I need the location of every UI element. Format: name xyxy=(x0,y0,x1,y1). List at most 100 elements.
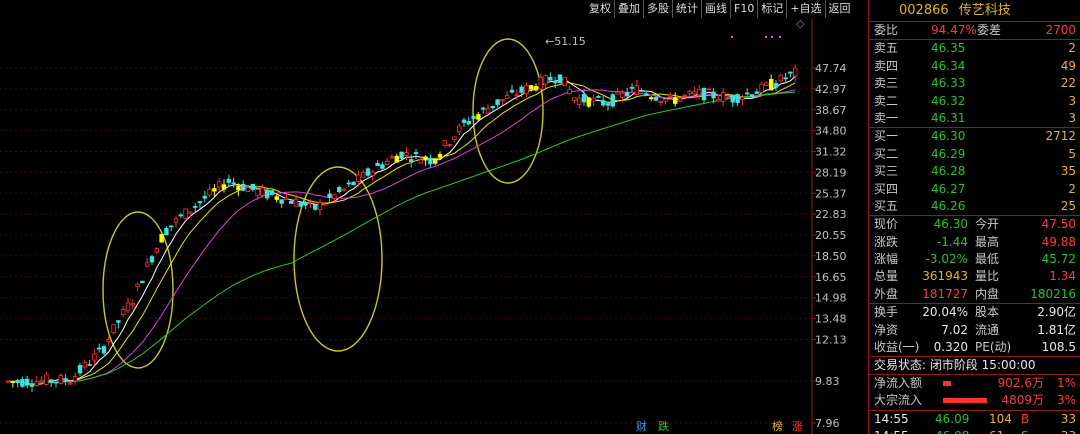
quote-value-2: 45.72 xyxy=(1041,252,1076,267)
toolbar-button-5[interactable]: F10 xyxy=(731,0,759,18)
candle-body xyxy=(207,188,212,196)
candle-body xyxy=(87,364,92,366)
candle-body xyxy=(197,201,203,204)
candle-body xyxy=(260,187,265,196)
candle-body xyxy=(312,204,318,210)
toolbar-button-2[interactable]: 多股 xyxy=(644,0,673,18)
candle-body xyxy=(495,99,500,105)
quote-label: 总量 xyxy=(874,269,899,284)
candle-body xyxy=(644,93,649,96)
event-mark[interactable]: 财 xyxy=(636,419,647,433)
tick-list[interactable]: 14:55 46.09 104 B 33 14:55 46.08 61 S 33 xyxy=(869,409,1080,434)
candle-body xyxy=(250,183,255,190)
fundamentals-block: 换手 20.04% 股本 2.90亿 净资 7.02 流通 1.81亿 收益(一) 0.320 PE… xyxy=(869,303,1080,356)
candle-body xyxy=(240,183,246,191)
tick-price: 46.09 xyxy=(935,411,970,426)
candle-body xyxy=(769,78,774,91)
candle-body xyxy=(221,184,227,190)
candle-body xyxy=(365,168,371,176)
candle-body xyxy=(144,262,150,267)
candle-body xyxy=(663,98,668,102)
price-label: 47.74 xyxy=(815,62,847,75)
event-mark[interactable]: 榜 xyxy=(772,419,783,433)
toolbar-button-0[interactable]: 复权 xyxy=(586,0,615,18)
candle-body xyxy=(159,233,164,243)
toolbar-button-1[interactable]: 叠加 xyxy=(615,0,644,18)
quote-value-2: 180216 xyxy=(1030,286,1076,301)
diamond-icon[interactable]: ◇ xyxy=(796,17,805,30)
candle-body xyxy=(596,95,601,98)
candle-body xyxy=(212,188,217,192)
candle-body xyxy=(428,157,433,165)
sell-row: 卖四 46.34 49 xyxy=(869,58,1080,75)
quote-value-2: 1.34 xyxy=(1049,269,1076,284)
high-price-marker: ←51.15 xyxy=(545,35,586,48)
candle-body xyxy=(567,89,572,95)
candle-body xyxy=(706,88,711,91)
price-label: 38.67 xyxy=(815,104,847,117)
candle-body xyxy=(586,97,591,107)
flow-label: 大宗流入 xyxy=(874,393,923,408)
candle-body xyxy=(375,162,380,167)
candle-body xyxy=(202,195,207,199)
sell-row: 卖一 46.31 3 xyxy=(869,110,1080,127)
flow-value: 4809万 xyxy=(1001,393,1044,408)
fundamental-row: 换手 20.04% 股本 2.90亿 xyxy=(869,304,1080,321)
buy-label: 买三 xyxy=(874,164,899,179)
candle-body xyxy=(677,97,683,102)
quote-value-2: 47.50 xyxy=(1041,217,1076,232)
candle-body xyxy=(754,91,759,94)
candle-body xyxy=(625,92,630,97)
candlestick-chart[interactable]: 47.74 42.97 38.67 34.80 31.32 28.19 25.37 22.83… xyxy=(0,0,868,434)
tick-side: S xyxy=(1021,428,1029,434)
sell-qty: 2 xyxy=(1068,41,1076,56)
toolbar-button-4[interactable]: 画线 xyxy=(702,0,731,18)
candle-body xyxy=(130,302,135,306)
toolbar-button-6[interactable]: 标记 xyxy=(758,0,788,18)
candle-body xyxy=(82,361,87,368)
quote-label: 现价 xyxy=(874,217,899,232)
event-mark[interactable]: 涨 xyxy=(792,420,803,433)
weicha-value: 2700 xyxy=(1045,23,1076,37)
price-label: 13.48 xyxy=(815,313,847,326)
buy-row: 买四 46.27 2 xyxy=(869,181,1080,198)
flow-bar xyxy=(943,380,951,386)
candle-body xyxy=(447,144,452,146)
candle-body xyxy=(97,347,102,350)
candle-body xyxy=(284,197,289,200)
candle-body xyxy=(476,114,481,120)
candle-body xyxy=(418,159,423,164)
tick-volume: 104 xyxy=(989,411,1012,426)
sell-price: 46.31 xyxy=(931,110,966,125)
buy-label: 买二 xyxy=(874,146,899,161)
candle-body xyxy=(327,193,332,198)
price-label: 16.65 xyxy=(815,271,847,284)
event-mark[interactable]: 跌 xyxy=(658,419,669,433)
price-label: 18.50 xyxy=(815,250,847,263)
toolbar-button-8[interactable]: 返回 xyxy=(826,0,854,18)
candle-body xyxy=(231,182,236,185)
candle-body xyxy=(524,85,529,94)
candle-body xyxy=(269,190,275,195)
candle-body xyxy=(49,379,54,383)
candle-body xyxy=(581,93,587,103)
candle-body xyxy=(245,187,251,192)
candle-body xyxy=(533,86,539,91)
candle-body xyxy=(605,103,611,106)
candle-body xyxy=(432,160,438,164)
candle-body xyxy=(236,185,241,191)
chart-toolbar: 复权 叠加 多股 统计 画线 F10 标记 +自选 返回 xyxy=(586,0,870,18)
toolbar-button-7[interactable]: +自选 xyxy=(787,0,826,18)
fundamental-label-2: 流通 xyxy=(975,322,1000,337)
candle-body xyxy=(466,121,471,125)
candle-body xyxy=(332,194,337,199)
sell-price: 46.34 xyxy=(931,58,966,73)
candle-body xyxy=(692,91,697,95)
candle-body xyxy=(164,228,169,236)
price-label: 9.83 xyxy=(815,375,840,388)
quote-label: 涨跌 xyxy=(874,234,899,249)
trade-status: 交易状态: 闭市阶段 15:00:00 xyxy=(869,356,1080,373)
toolbar-button-3[interactable]: 统计 xyxy=(673,0,702,18)
candle-body xyxy=(360,171,366,178)
buy-price: 46.28 xyxy=(931,164,966,179)
